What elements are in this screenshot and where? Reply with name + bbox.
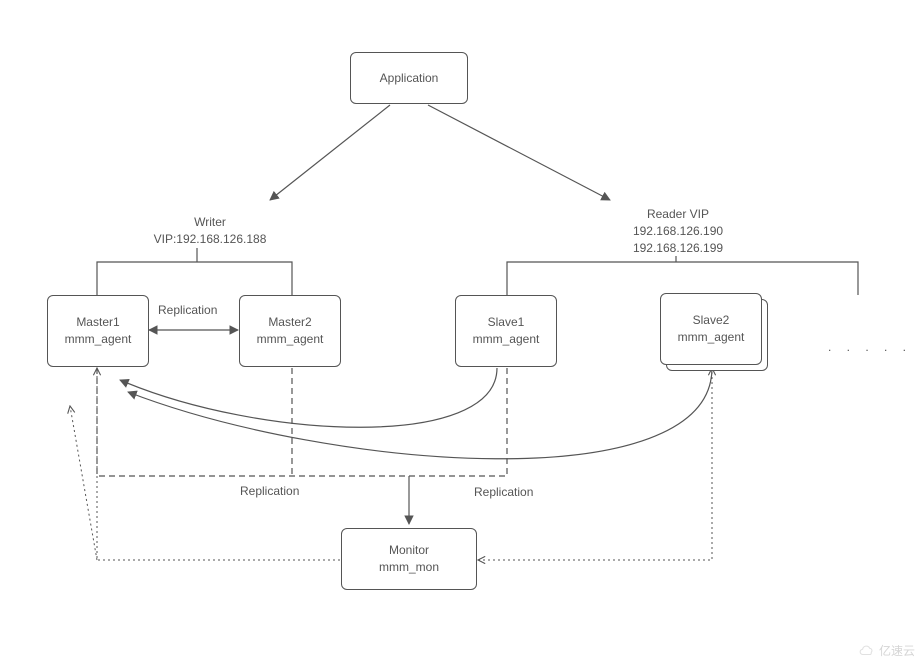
node-application-title: Application — [365, 70, 453, 87]
node-monitor-subtitle: mmm_mon — [356, 559, 462, 576]
node-slave2-title: Slave2 — [675, 312, 747, 329]
node-master1-subtitle: mmm_agent — [62, 331, 134, 348]
label-reader-vip: Reader VIP 192.168.126.190 192.168.126.1… — [608, 206, 748, 256]
label-replication-left: Replication — [240, 483, 299, 500]
label-replication-masters: Replication — [158, 302, 217, 319]
label-reader-line1: Reader VIP — [608, 206, 748, 223]
watermark-text: 亿速云 — [879, 642, 915, 659]
node-master1-title: Master1 — [62, 314, 134, 331]
node-master2: Master2 mmm_agent — [239, 295, 341, 367]
node-slave1: Slave1 mmm_agent — [455, 295, 557, 367]
label-writer-line1: Writer — [130, 214, 290, 231]
label-reader-line2: 192.168.126.190 — [608, 223, 748, 240]
ellipsis: . . . . . — [828, 340, 912, 354]
node-monitor: Monitor mmm_mon — [341, 528, 477, 590]
watermark: 亿速云 — [857, 641, 915, 659]
cloud-icon — [857, 641, 875, 659]
node-master2-subtitle: mmm_agent — [254, 331, 326, 348]
node-application: Application — [350, 52, 468, 104]
node-master1: Master1 mmm_agent — [47, 295, 149, 367]
label-replication-right: Replication — [474, 484, 533, 501]
node-master2-title: Master2 — [254, 314, 326, 331]
label-writer-vip: Writer VIP:192.168.126.188 — [130, 214, 290, 248]
node-slave2: Slave2 mmm_agent — [660, 293, 762, 365]
label-writer-line2: VIP:192.168.126.188 — [130, 231, 290, 248]
node-slave1-title: Slave1 — [470, 314, 542, 331]
node-slave1-subtitle: mmm_agent — [470, 331, 542, 348]
node-monitor-title: Monitor — [356, 542, 462, 559]
label-reader-line3: 192.168.126.199 — [608, 240, 748, 257]
node-slave2-subtitle: mmm_agent — [675, 329, 747, 346]
